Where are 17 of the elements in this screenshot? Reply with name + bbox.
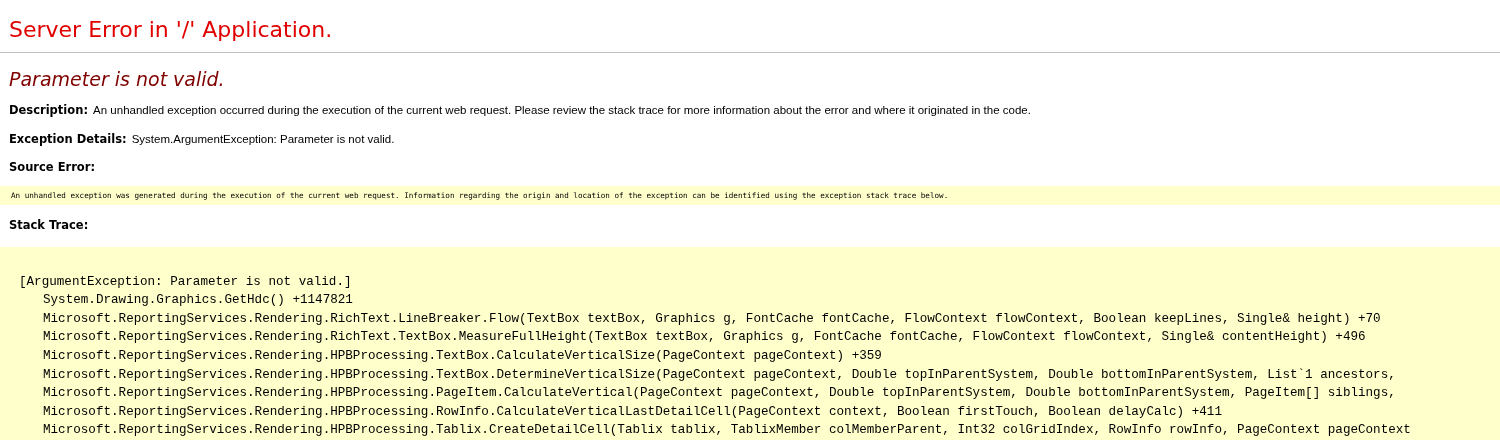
detail-label: Exception Details: xyxy=(9,132,127,147)
stack-frame: Microsoft.ReportingServices.Rendering.RichText.LineBreaker.Flow(TextBox textBox, Graphics g, FontCache fontCache, FlowContext flowContext, Boolean keepLines, Single& height) +70 xyxy=(19,309,1481,329)
stack-frame: Microsoft.ReportingServices.Rendering.HPBProcessing.PageItem.CalculateVertical(PageContext pageContext, Double topInParentSystem, Double bottomInParentSystem, PageItem[] siblings, xyxy=(19,384,1481,403)
stack-frame: Microsoft.ReportingServices.Rendering.HPBProcessing.TextBox.DetermineVerticalSize(PageContext pageContext, Double topInParentSystem, Double bottomInParentSystem, List`1 ancestors, xyxy=(19,365,1481,385)
detail-label: Description: xyxy=(9,103,88,118)
stack-frame: Microsoft.ReportingServices.Rendering.HPBProcessing.TextBox.CalculateVerticalSize(PageContext pageContext) +359 xyxy=(19,347,1481,366)
detail-text: An unhandled exception occurred during the execution of the current web request. Please review the stack trace for more information about the error and where it originated in the code. xyxy=(93,104,1031,117)
detail-text: System.ArgumentException: Parameter is not valid. xyxy=(131,133,395,146)
exception-line: [ArgumentException: Parameter is not valid.] xyxy=(19,273,353,291)
stack-frame: System.Drawing.Graphics.GetHdc() +1147821 xyxy=(19,291,1481,310)
stack-frame: Microsoft.ReportingServices.Rendering.RichText.TextBox.MeasureFullHeight(TextBox textBox, Graphics g, FontCache fontCache, FlowContext flowContext, Single& contentHeight) +496 xyxy=(19,328,1481,348)
stack-frame: Microsoft.ReportingServices.Rendering.HPBProcessing.RowInfo.CalculateVerticalLastDetailCell(PageContext context, Boolean firstTouch, Boolean delayCalc) +411 xyxy=(19,402,1481,422)
section-heading: Source Error: xyxy=(9,159,97,177)
error-message: Parameter is not valid. xyxy=(9,68,226,92)
page-title: Server Error in '/' Application. xyxy=(9,16,334,44)
section-heading: Stack Trace: xyxy=(9,217,90,235)
stack-frame: Microsoft.ReportingServices.Rendering.HPBProcessing.Tablix.CreateDetailCell(Tablix tablix, TablixMember colMemberParent, Int32 colGridIndex, RowInfo rowInfo, PageContext pageContext xyxy=(19,421,1481,440)
